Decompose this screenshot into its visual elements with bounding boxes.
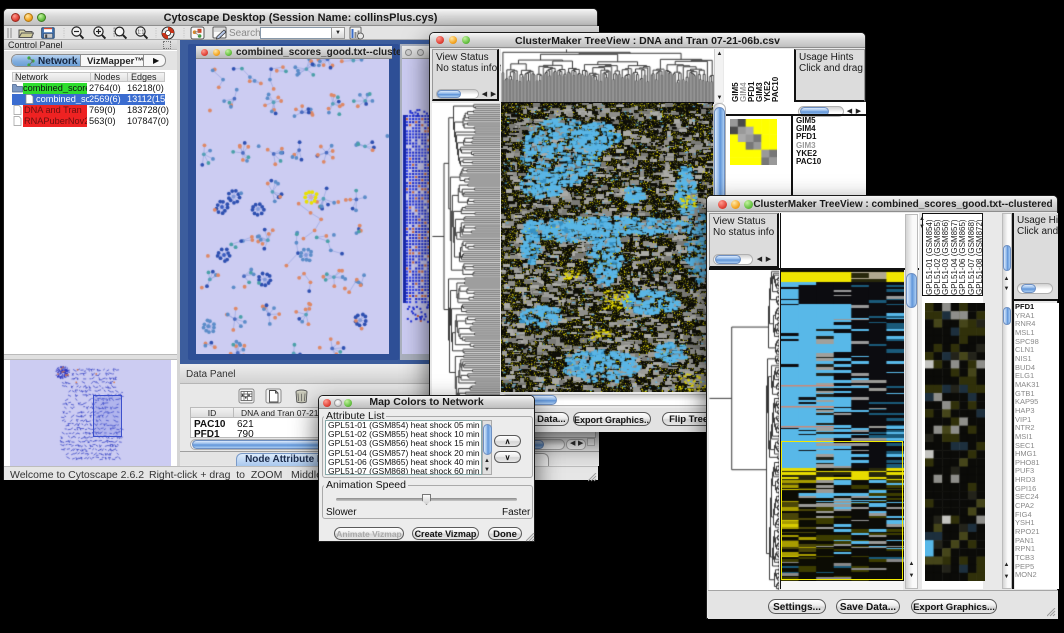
- svg-text:1:1: 1:1: [137, 30, 144, 36]
